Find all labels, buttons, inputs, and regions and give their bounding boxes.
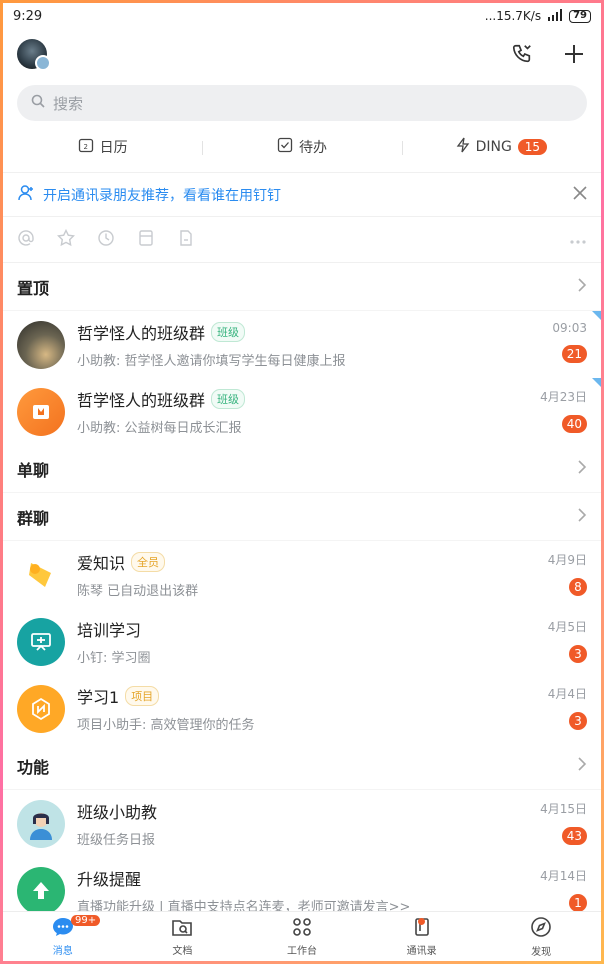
conversation-preview: 陈琴 已自动退出该群 bbox=[77, 584, 199, 599]
status-bar: 9:29 ...15.7K/s 79 bbox=[3, 3, 601, 29]
conversation-title: 升级提醒 bbox=[77, 870, 142, 889]
signal-icon bbox=[547, 8, 563, 24]
list-item[interactable]: 培训学习 小钉: 学习圈 4月5日 3 bbox=[3, 608, 601, 675]
conversation-title: 班级小助教 bbox=[77, 803, 158, 822]
conversation-time: 09:03 bbox=[552, 321, 587, 335]
list-item[interactable]: 爱知识 全员 陈琴 已自动退出该群 4月9日 8 bbox=[3, 541, 601, 608]
nav-docs[interactable]: 文档 bbox=[123, 912, 243, 961]
chevron-right-icon bbox=[577, 277, 587, 296]
battery-indicator: 79 bbox=[569, 9, 591, 23]
group-avatar-photo bbox=[17, 320, 65, 369]
file-icon[interactable] bbox=[177, 229, 195, 251]
folder-icon bbox=[171, 917, 193, 940]
bottom-navigation: 消息 99+ 文档 工作台 通讯录 发现 bbox=[3, 911, 601, 961]
unread-count: 43 bbox=[561, 827, 587, 845]
project-tag: 项目 bbox=[125, 686, 160, 706]
conversation-title: 爱知识 bbox=[77, 554, 126, 573]
unread-count: 40 bbox=[561, 415, 587, 433]
knowledge-avatar-icon bbox=[17, 550, 65, 599]
chevron-right-icon bbox=[577, 459, 587, 478]
conversation-preview: 项目小助手: 高效管理你的任务 bbox=[77, 718, 255, 733]
messages-badge: 99+ bbox=[71, 915, 101, 926]
conversation-title: 培训学习 bbox=[77, 621, 142, 640]
list-item[interactable]: 班级小助教 班级任务日报 4月15日 43 bbox=[3, 790, 601, 857]
conversation-time: 4月14日 bbox=[540, 869, 587, 883]
section-features[interactable]: 功能 bbox=[3, 742, 601, 790]
calendar-button[interactable]: 2 日历 bbox=[3, 137, 202, 157]
conversation-time: 4月23日 bbox=[540, 390, 587, 404]
conversation-title: 哲学怪人的班级群 bbox=[77, 324, 206, 343]
grid-icon bbox=[291, 917, 313, 940]
section-pinned[interactable]: 置顶 bbox=[3, 263, 601, 311]
box-icon[interactable] bbox=[137, 229, 155, 251]
mention-icon[interactable] bbox=[17, 229, 35, 251]
todo-button[interactable]: 待办 bbox=[202, 137, 401, 157]
chevron-right-icon bbox=[577, 756, 587, 775]
more-icon[interactable] bbox=[569, 230, 587, 249]
upgrade-arrow-icon bbox=[17, 866, 65, 915]
status-time: 9:29 bbox=[13, 8, 43, 24]
conversation-preview: 小助教: 公益树每日成长汇报 bbox=[77, 421, 242, 436]
ding-button[interactable]: DING 15 bbox=[401, 137, 601, 157]
conversation-time: 4月9日 bbox=[547, 553, 587, 567]
person-add-icon bbox=[17, 184, 35, 206]
unread-count: 21 bbox=[561, 345, 587, 363]
list-item[interactable]: 哲学怪人的班级群 班级 小助教: 哲学怪人邀请你填写学生每日健康上报 09:03… bbox=[3, 311, 601, 378]
list-item[interactable]: 哲学怪人的班级群 班级 小助教: 公益树每日成长汇报 4月23日 40 bbox=[3, 378, 601, 445]
pin-marker bbox=[592, 378, 601, 387]
compass-icon bbox=[530, 916, 552, 941]
list-item[interactable]: 学习1 项目 项目小助手: 高效管理你的任务 4月4日 3 bbox=[3, 675, 601, 742]
top-header bbox=[3, 29, 601, 79]
conversation-preview: 小助教: 哲学怪人邀请你填写学生每日健康上报 bbox=[77, 354, 346, 369]
nav-discover[interactable]: 发现 bbox=[481, 912, 601, 961]
conversation-preview: 小钉: 学习圈 bbox=[77, 651, 151, 666]
conversation-title: 哲学怪人的班级群 bbox=[77, 391, 206, 410]
calendar-icon: 2 bbox=[78, 137, 94, 157]
chevron-right-icon bbox=[577, 507, 587, 526]
close-icon[interactable] bbox=[573, 185, 587, 204]
filter-row bbox=[3, 217, 601, 263]
pin-marker bbox=[592, 311, 601, 320]
section-group-chat[interactable]: 群聊 bbox=[3, 493, 601, 541]
unread-count: 1 bbox=[569, 894, 587, 912]
nav-contacts[interactable]: 通讯录 bbox=[362, 912, 482, 961]
search-icon bbox=[31, 94, 45, 112]
phone-call-icon[interactable] bbox=[509, 41, 535, 67]
add-icon[interactable] bbox=[561, 41, 587, 67]
project-avatar-icon bbox=[17, 684, 65, 733]
todo-check-icon bbox=[277, 137, 293, 157]
class-tag: 班级 bbox=[211, 322, 246, 342]
unread-count: 3 bbox=[569, 712, 587, 730]
clock-icon[interactable] bbox=[97, 229, 115, 251]
training-avatar-icon bbox=[17, 617, 65, 666]
nav-messages[interactable]: 消息 99+ bbox=[3, 912, 123, 961]
class-tag: 班级 bbox=[211, 389, 246, 409]
star-icon[interactable] bbox=[56, 228, 76, 251]
conversation-time: 4月15日 bbox=[540, 802, 587, 816]
unread-count: 3 bbox=[569, 645, 587, 663]
my-avatar[interactable] bbox=[17, 39, 51, 71]
assistant-avatar-icon bbox=[17, 799, 65, 848]
banner-text: 开启通讯录朋友推荐，看看谁在用钉钉 bbox=[43, 187, 281, 204]
app-frame: 9:29 ...15.7K/s 79 搜索 2 日历 待办 DING 15 开启… bbox=[3, 3, 601, 961]
book-avatar-icon bbox=[17, 387, 65, 436]
lightning-icon bbox=[456, 137, 470, 157]
section-single-chat[interactable]: 单聊 bbox=[3, 445, 601, 493]
conversation-time: 4月5日 bbox=[547, 620, 587, 634]
contacts-banner[interactable]: 开启通讯录朋友推荐，看看谁在用钉钉 bbox=[3, 173, 601, 217]
conversation-time: 4月4日 bbox=[547, 687, 587, 701]
network-speed: ...15.7K/s bbox=[484, 9, 542, 23]
conversation-title: 学习1 bbox=[77, 688, 120, 707]
unread-count: 8 bbox=[569, 578, 587, 596]
ding-badge: 15 bbox=[517, 138, 548, 155]
all-members-tag: 全员 bbox=[131, 552, 166, 572]
nav-workbench[interactable]: 工作台 bbox=[242, 912, 362, 961]
conversation-preview: 班级任务日报 bbox=[77, 833, 156, 848]
svg-text:2: 2 bbox=[83, 143, 87, 151]
quick-access-bar: 2 日历 待办 DING 15 bbox=[3, 121, 601, 173]
search-placeholder: 搜索 bbox=[53, 94, 84, 113]
search-input[interactable]: 搜索 bbox=[17, 85, 587, 121]
